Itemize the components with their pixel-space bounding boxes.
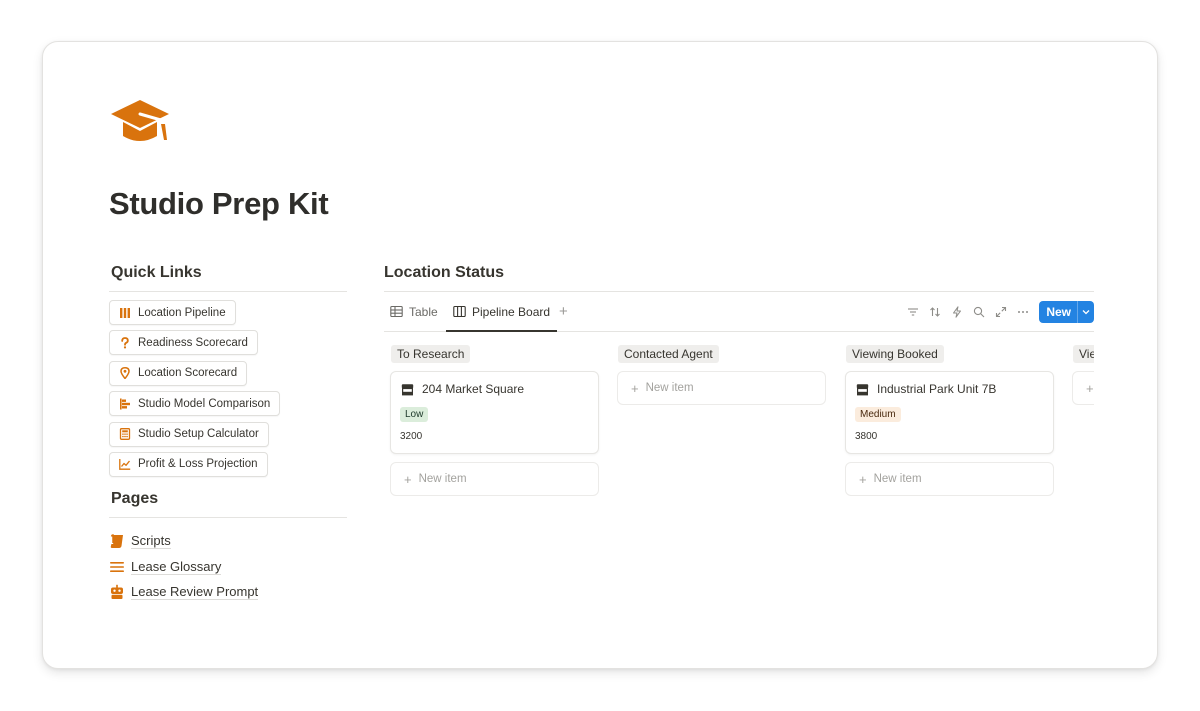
page-window: Studio Prep Kit Quick Links Location Pip… [42,41,1158,669]
new-item-label: New item [645,382,694,394]
storefront-icon [401,383,414,396]
page-link-lease-glossary[interactable]: Lease Glossary [109,554,347,580]
page-link-label: Scripts [131,533,171,550]
priority-tag: Medium [855,407,901,422]
add-view-button[interactable]: + [559,304,568,319]
new-item-button[interactable]: + [1072,371,1094,405]
board-card[interactable]: 204 Market Square Low 3200 [390,371,599,454]
quick-link-label: Studio Model Comparison [138,397,271,410]
quick-link-profit-loss-projection[interactable]: Profit & Loss Projection [109,451,268,477]
quick-link-label: Readiness Scorecard [138,336,248,349]
new-button-label[interactable]: New [1039,301,1077,323]
pipeline-board: To Research 204 Market Square Low 3200 +… [384,332,1094,668]
quick-link-location-scorecard[interactable]: Location Scorecard [109,360,248,386]
board-icon [453,305,466,318]
new-item-label: New item [873,473,922,485]
page-link-label: Lease Review Prompt [131,584,259,601]
view-bar: Table Pipeline Board + New [384,292,1094,332]
quick-link-label: Location Scorecard [138,367,238,380]
plus-icon: + [631,380,639,396]
quick-link-label: Profit & Loss Projection [138,458,258,471]
column-header[interactable]: Contacted Agent [618,345,719,363]
quick-link-readiness-scorecard[interactable]: Readiness Scorecard [109,330,258,356]
column-header[interactable]: To Research [391,345,471,363]
page-link-label: Lease Glossary [131,558,222,575]
quick-links-list: Location Pipeline Readiness Scorecard Lo… [109,300,347,482]
quick-links-heading: Quick Links [109,264,347,292]
card-value: 3200 [400,431,423,442]
quick-link-location-pipeline[interactable]: Location Pipeline [109,300,236,325]
search-icon[interactable] [968,301,990,323]
location-status-database: Location Status Table Pipeline Board + N… [384,264,1094,668]
quick-link-studio-model-comparison[interactable]: Studio Model Comparison [109,391,281,417]
plus-icon: + [859,471,867,487]
card-title-row: 204 Market Square [401,382,598,396]
board-card[interactable]: Industrial Park Unit 7B Medium 3800 [845,371,1054,454]
question-mark-icon [119,336,131,349]
robot-icon [109,584,125,600]
page-title: Studio Prep Kit [109,186,329,221]
column-header[interactable]: Viewing Booked [846,345,944,363]
database-title[interactable]: Location Status [384,264,1094,292]
gantt-icon [119,398,131,410]
filter-icon[interactable] [902,301,924,323]
view-toolbar: New [902,301,1094,323]
chevron-down-icon[interactable] [1077,301,1094,323]
tab-label: Pipeline Board [472,304,551,319]
pages-heading: Pages [109,490,347,519]
plus-icon: + [1086,380,1094,396]
tab-label: Table [409,304,438,319]
new-item-button[interactable]: + New item [390,462,599,496]
storefront-icon [856,383,869,396]
scroll-icon [109,533,125,549]
card-title-row: Industrial Park Unit 7B [856,382,1053,396]
list-icon [109,559,125,575]
quick-link-studio-setup-calculator[interactable]: Studio Setup Calculator [109,421,269,447]
automation-icon[interactable] [946,301,968,323]
quick-link-label: Location Pipeline [138,306,226,319]
page-link-scripts[interactable]: Scripts [109,528,347,554]
quick-link-label: Studio Setup Calculator [138,428,259,441]
priority-tag: Low [400,407,429,422]
tab-pipeline-board[interactable]: Pipeline Board [446,292,558,332]
new-item-button[interactable]: + New item [845,462,1054,496]
column-header[interactable]: Vie [1073,345,1094,363]
card-title: 204 Market Square [422,382,525,396]
pages-list: Scripts Lease Glossary Lease Review Prom… [109,528,347,605]
page-link-lease-review-prompt[interactable]: Lease Review Prompt [109,579,347,605]
sort-icon[interactable] [924,301,946,323]
card-title: Industrial Park Unit 7B [877,382,997,396]
table-icon [390,305,403,318]
tab-table[interactable]: Table [390,292,438,331]
new-item-label: New item [418,473,467,485]
graduation-cap-icon[interactable] [109,96,171,144]
calculator-icon [119,428,131,441]
card-value: 3800 [855,431,878,442]
new-item-button[interactable]: + New item [617,371,826,405]
line-chart-icon [119,458,131,471]
columns-icon [119,307,131,319]
plus-icon: + [404,471,412,487]
more-icon[interactable] [1012,301,1034,323]
new-button[interactable]: New [1039,301,1094,323]
expand-icon[interactable] [990,301,1012,323]
map-pin-icon [119,367,131,380]
left-column: Quick Links Location Pipeline Readiness … [109,264,347,605]
